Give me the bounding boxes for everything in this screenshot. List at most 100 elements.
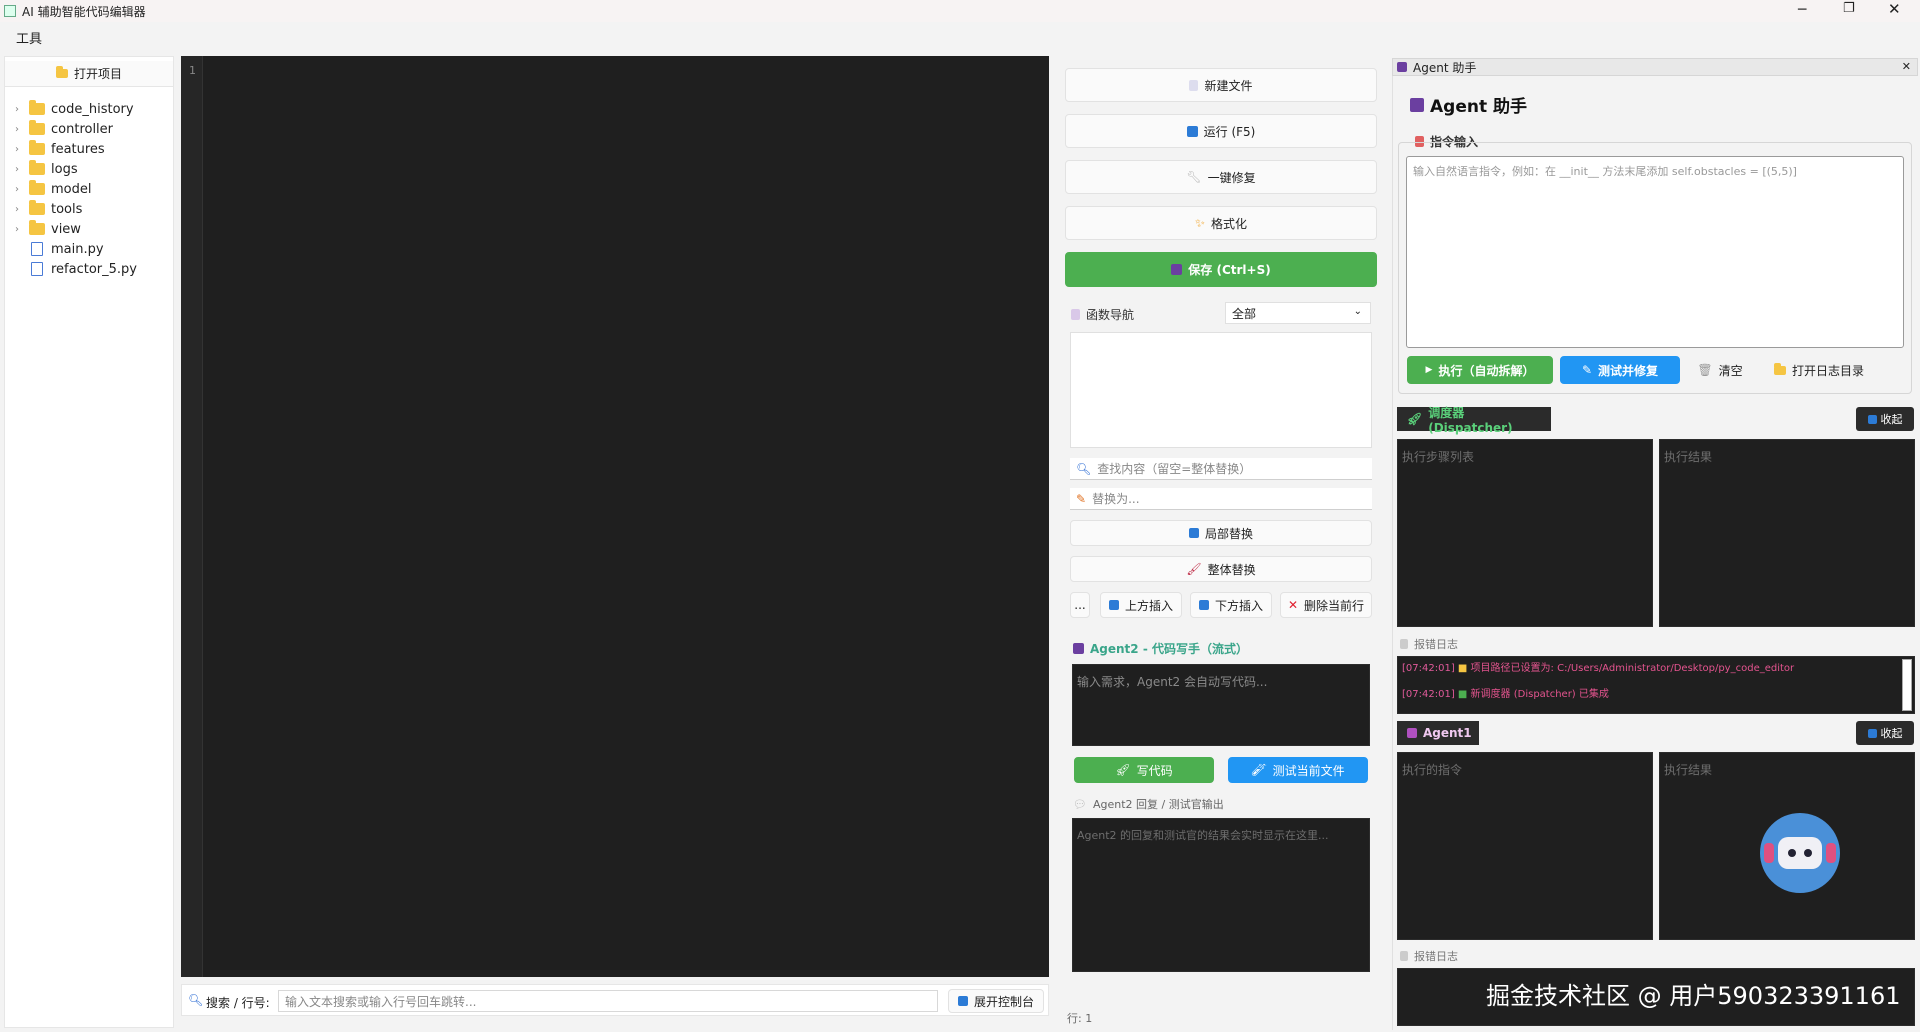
agent2-output[interactable]: Agent2 的回复和测试官的结果会实时显示在这里...	[1072, 818, 1370, 972]
clear-button[interactable]: 🗑︎ 清空	[1690, 356, 1750, 384]
agent1-results[interactable]: 执行结果	[1659, 752, 1915, 940]
folder-icon	[29, 200, 45, 215]
minimize-icon[interactable]: ─	[1798, 2, 1806, 18]
dispatcher-log[interactable]: [07:42:01] ■ 项目路径已设置为: C:/Users/Administ…	[1397, 656, 1915, 714]
pencil-icon: ✎	[1581, 363, 1593, 377]
sparkle-icon: ✨︎	[1195, 215, 1205, 230]
cross-icon: ✕	[1287, 598, 1299, 612]
dispatcher-collapse-button[interactable]: 收起	[1856, 407, 1914, 431]
file-icon	[1189, 79, 1199, 91]
instruction-input[interactable]: 输入自然语言指令，例如：在 __init__ 方法末尾添加 self.obsta…	[1406, 156, 1904, 348]
robot-icon	[1397, 62, 1407, 72]
agent2-output-label: 💬︎ Agent2 回复 / 测试官输出	[1073, 797, 1224, 812]
global-replace-button[interactable]: 🖌︎ 整体替换	[1070, 556, 1372, 582]
chevron-right-icon[interactable]: ›	[15, 224, 29, 235]
tree-item-label: model	[51, 181, 92, 197]
tree-item-label: refactor_5.py	[51, 261, 137, 277]
menu-bar: 工具	[0, 22, 1920, 47]
test-fix-button[interactable]: ✎ 测试并修复	[1560, 356, 1680, 384]
insert-below-button[interactable]: 下方插入	[1190, 592, 1272, 618]
chevron-right-icon[interactable]: ›	[15, 104, 29, 115]
test-file-button[interactable]: 🧪︎ 测试当前文件	[1228, 757, 1368, 783]
tree-item-label: controller	[51, 121, 114, 137]
tree-item-controller[interactable]: › controller	[15, 119, 113, 139]
tree-item-logs[interactable]: › logs	[15, 159, 78, 179]
tree-item-features[interactable]: › features	[15, 139, 105, 159]
func-nav-label: 函数导航	[1071, 306, 1134, 323]
wrench-icon: 🔧︎	[1186, 170, 1202, 184]
test-icon: 🧪︎	[1251, 763, 1267, 777]
arrow-down-icon	[1198, 600, 1209, 610]
log-scrollbar[interactable]	[1902, 659, 1912, 711]
title-bar: AI 辅助智能代码编辑器 ─ ❐ ✕	[0, 0, 1920, 22]
window-title: AI 辅助智能代码编辑器	[22, 4, 146, 19]
rocket-icon: 🚀︎	[1115, 763, 1131, 777]
chevron-down-icon: ⌄	[1353, 306, 1362, 317]
func-nav-select[interactable]: 全部 ⌄	[1225, 302, 1371, 324]
open-project-button[interactable]: 打开项目	[5, 61, 173, 87]
floppy-disk-icon	[1171, 264, 1183, 275]
play-icon: ▶	[1425, 365, 1433, 375]
insert-above-button[interactable]: 上方插入	[1100, 592, 1182, 618]
brush-icon: 🖌︎	[1186, 562, 1202, 576]
search-input[interactable]: 输入文本搜索或输入行号回车跳转...	[278, 990, 938, 1012]
chevron-right-icon[interactable]: ›	[15, 204, 29, 215]
local-replace-button[interactable]: 局部替换	[1070, 520, 1372, 546]
robot-icon	[1407, 728, 1417, 738]
save-button[interactable]: 保存 (Ctrl+S)	[1065, 252, 1377, 287]
chevron-right-icon[interactable]: ›	[15, 184, 29, 195]
more-button[interactable]: ...	[1070, 592, 1090, 618]
replace-icon	[1188, 528, 1199, 538]
agent-panel-tab: Agent 助手 ✕	[1392, 58, 1918, 76]
run-button[interactable]: 运行 (F5)	[1065, 114, 1377, 148]
python-file-icon	[31, 242, 43, 256]
expand-console-button[interactable]: 展开控制台	[948, 989, 1044, 1013]
dispatcher-results[interactable]: 执行结果	[1659, 439, 1915, 627]
list-icon	[1071, 309, 1080, 320]
write-code-button[interactable]: 🚀︎ 写代码	[1074, 757, 1214, 783]
search-icon: 🔍︎	[1076, 461, 1092, 476]
tree-item-tools[interactable]: › tools	[15, 199, 82, 219]
chevron-right-icon[interactable]: ›	[15, 164, 29, 175]
dispatcher-steps[interactable]: 执行步骤列表	[1397, 439, 1653, 627]
execute-button[interactable]: ▶ 执行（自动拆解）	[1407, 356, 1553, 384]
agent1-instructions[interactable]: 执行的指令	[1397, 752, 1653, 940]
agent1-collapse-button[interactable]: 收起	[1856, 721, 1914, 745]
agent1-log-label: 报错日志	[1400, 948, 1458, 964]
close-icon[interactable]: ✕	[1888, 0, 1901, 18]
find-input[interactable]: 🔍︎ 查找内容（留空=整体替换）	[1070, 458, 1372, 480]
restore-icon[interactable]: ❐	[1843, 1, 1855, 16]
chevron-right-icon[interactable]: ›	[15, 144, 29, 155]
func-nav-list[interactable]	[1070, 332, 1372, 448]
tree-item-code-history[interactable]: › code_history	[15, 99, 134, 119]
new-file-button[interactable]: 新建文件	[1065, 68, 1377, 102]
python-file-icon	[31, 262, 43, 276]
log-line: [07:42:01] ■ 项目路径已设置为: C:/Users/Administ…	[1402, 663, 1795, 674]
one-click-fix-button[interactable]: 🔧︎ 一键修复	[1065, 160, 1377, 194]
line-number: 1	[189, 64, 196, 77]
play-icon	[1186, 125, 1198, 137]
app-icon	[4, 5, 16, 17]
tree-item-model[interactable]: › model	[15, 179, 91, 199]
tree-item-refactor-5-py[interactable]: refactor_5.py	[15, 259, 137, 279]
tree-item-main-py[interactable]: main.py	[15, 239, 104, 259]
format-button[interactable]: ✨︎ 格式化	[1065, 206, 1377, 240]
robot-avatar-icon	[1760, 813, 1840, 893]
folder-icon	[29, 160, 45, 175]
list-icon	[1400, 639, 1408, 649]
open-log-dir-button[interactable]: 打开日志目录	[1764, 356, 1874, 384]
line-gutter: 1	[181, 56, 203, 977]
log-line: [07:42:01] ■ 新调度器 (Dispatcher) 已集成	[1402, 689, 1609, 700]
folder-icon	[29, 180, 45, 195]
agent2-input[interactable]: 输入需求，Agent2 会自动写代码...	[1072, 664, 1370, 746]
arrow-up-icon	[1108, 600, 1119, 610]
close-panel-icon[interactable]: ✕	[1902, 60, 1911, 73]
menu-tools[interactable]: 工具	[16, 28, 42, 47]
folder-icon	[1773, 362, 1786, 375]
tree-item-view[interactable]: › view	[15, 219, 81, 239]
delete-line-button[interactable]: ✕ 删除当前行	[1280, 592, 1372, 618]
code-editor[interactable]: 1	[181, 56, 1049, 977]
chevron-right-icon[interactable]: ›	[15, 124, 29, 135]
replace-input[interactable]: ✎ 替换为...	[1070, 488, 1372, 510]
folder-icon	[29, 220, 45, 235]
